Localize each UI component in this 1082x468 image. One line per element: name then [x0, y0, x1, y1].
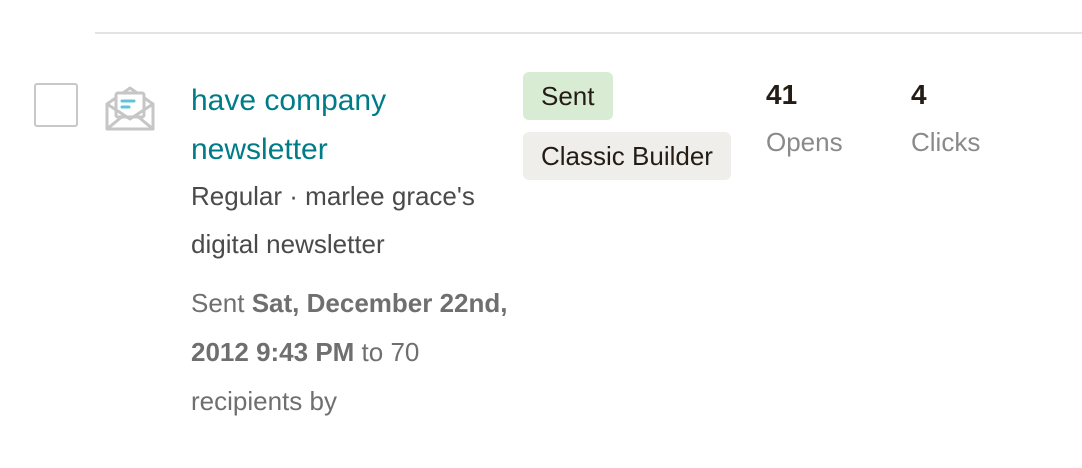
clicks-count: 4: [911, 79, 927, 110]
status-badge: Sent: [523, 72, 613, 120]
envelope-open-icon: [105, 86, 155, 131]
opens-count: 41: [766, 79, 798, 110]
opens-label: Opens: [766, 127, 843, 157]
sent-prefix: Sent: [191, 288, 252, 318]
campaign-sent-info: Sent Sat, December 22nd, 2012 9:43 PM to…: [191, 279, 511, 426]
builder-badge: Classic Builder: [523, 132, 731, 180]
clicks-label: Clicks: [911, 127, 981, 157]
row-select-checkbox[interactable]: [34, 83, 78, 127]
campaign-title-link[interactable]: have company newsletter: [191, 76, 491, 174]
top-divider: [95, 32, 1082, 34]
campaign-type-audience: Regular · marlee grace's digital newslet…: [191, 181, 475, 259]
